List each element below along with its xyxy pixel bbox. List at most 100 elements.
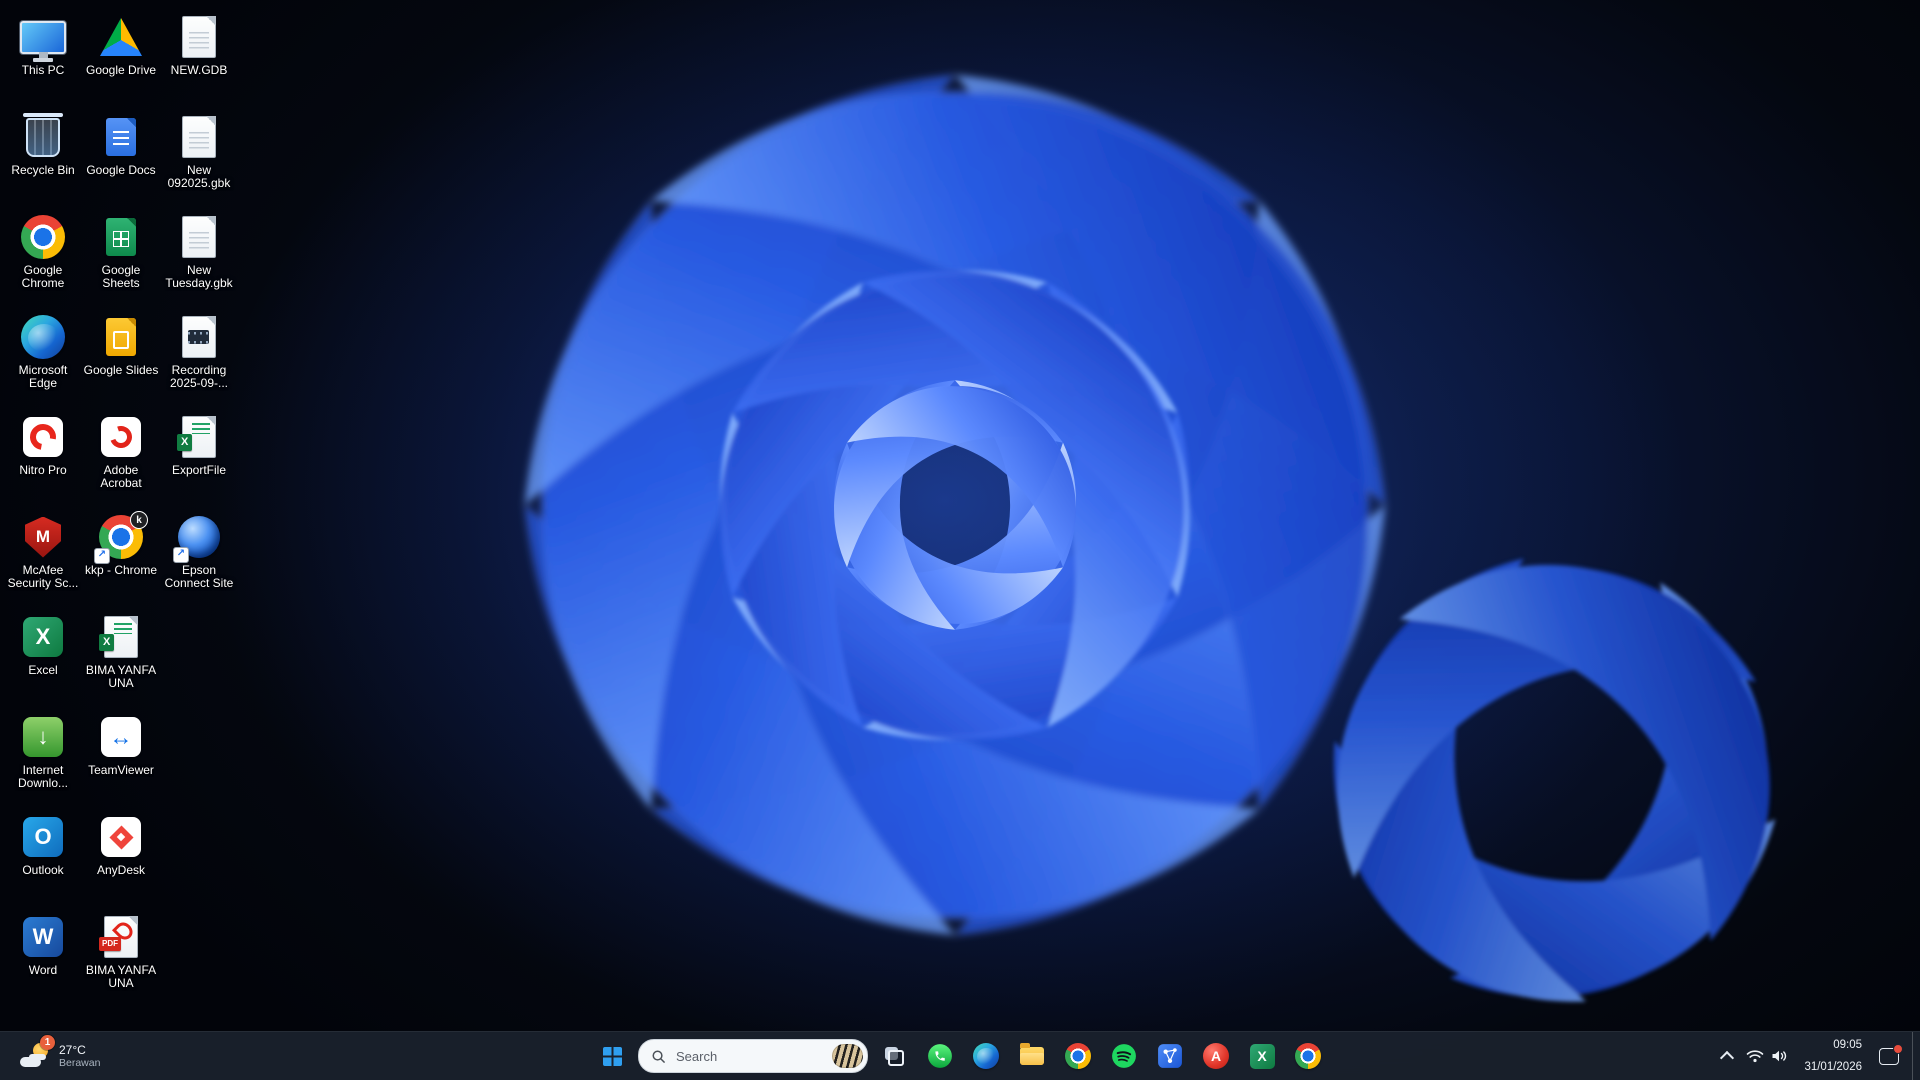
teamviewer-icon: ↔ xyxy=(101,717,141,757)
acrobat-icon xyxy=(101,417,141,457)
excel-file-icon: X xyxy=(182,416,216,458)
taskbar: 1 27°C Berawan xyxy=(0,1031,1920,1080)
desktop-icon-bima-yanfa-una-pdf[interactable]: PDF BIMA YANFA UNA xyxy=(82,908,160,1008)
word-icon: W xyxy=(23,917,63,957)
desktop-icon-grid: This PC Recycle Bin Google Chrome Micros… xyxy=(4,8,238,1008)
network-volume-button[interactable] xyxy=(1740,1036,1793,1076)
taskbar-excel-button[interactable]: X xyxy=(1242,1036,1282,1076)
desktop-icon-this-pc[interactable]: This PC xyxy=(4,8,82,108)
desktop-icon-new-tuesday-gbk[interactable]: New Tuesday.gbk xyxy=(160,208,238,308)
weather-condition: Berawan xyxy=(59,1057,100,1070)
wallpaper-bloom xyxy=(0,0,1920,1080)
taskbar-chrome-button[interactable] xyxy=(1058,1036,1098,1076)
tray-time: 09:05 xyxy=(1833,1038,1862,1053)
taskbar-center: A X xyxy=(592,1036,1328,1076)
whatsapp-icon xyxy=(927,1043,953,1069)
desktop-icon-word[interactable]: W Word xyxy=(4,908,82,1008)
google-drive-icon xyxy=(100,18,142,56)
spotify-icon xyxy=(1111,1043,1137,1069)
this-pc-icon xyxy=(20,21,66,54)
pdf-file-icon: PDF xyxy=(104,916,138,958)
start-button[interactable] xyxy=(592,1036,632,1076)
volume-icon xyxy=(1771,1049,1787,1063)
document-file-icon xyxy=(182,216,216,258)
google-slides-icon xyxy=(106,318,136,356)
shortcut-arrow-icon: ↗ xyxy=(173,547,189,563)
excel-file-icon: X xyxy=(104,616,138,658)
document-file-icon xyxy=(182,16,216,58)
recycle-bin-icon xyxy=(26,118,60,157)
weather-widget[interactable]: 1 27°C Berawan xyxy=(8,1032,112,1080)
google-sheets-icon xyxy=(106,218,136,256)
search-icon xyxy=(651,1049,666,1064)
outlook-icon: O xyxy=(23,817,63,857)
desktop-icon-google-docs[interactable]: Google Docs xyxy=(82,108,160,208)
task-view-button[interactable] xyxy=(874,1036,914,1076)
taskbar-file-explorer-button[interactable] xyxy=(1012,1036,1052,1076)
chrome-shortcut-icon: k ↗ xyxy=(99,515,143,559)
wifi-icon xyxy=(1746,1049,1764,1063)
taskbar-anydesk-button[interactable]: A xyxy=(1196,1036,1236,1076)
taskbar-search[interactable] xyxy=(638,1039,868,1073)
document-file-icon xyxy=(182,116,216,158)
video-file-icon xyxy=(182,316,216,358)
google-docs-icon xyxy=(106,118,136,156)
desktop-icon-excel[interactable]: X Excel xyxy=(4,608,82,708)
desktop-icon-google-sheets[interactable]: Google Sheets xyxy=(82,208,160,308)
desktop-icon-microsoft-edge[interactable]: Microsoft Edge xyxy=(4,308,82,408)
desktop-icon-adobe-acrobat[interactable]: Adobe Acrobat xyxy=(82,408,160,508)
edge-icon xyxy=(973,1043,999,1069)
task-view-icon xyxy=(884,1046,904,1066)
nitro-pro-icon xyxy=(23,417,63,457)
browser-icon xyxy=(1295,1043,1321,1069)
taskbar-browser-button[interactable] xyxy=(1288,1036,1328,1076)
system-tray: 09:05 31/01/2026 xyxy=(1716,1032,1918,1080)
desktop-icon-internet-download-manager[interactable]: ↓ Internet Downlo... xyxy=(4,708,82,808)
notification-icon xyxy=(1879,1048,1899,1065)
show-desktop-button[interactable] xyxy=(1912,1032,1918,1080)
desktop-icon-google-drive[interactable]: Google Drive xyxy=(82,8,160,108)
desktop-icon-exportfile[interactable]: X ExportFile xyxy=(160,408,238,508)
desktop-icon-google-slides[interactable]: Google Slides xyxy=(82,308,160,408)
desktop-icon-anydesk[interactable]: AnyDesk xyxy=(82,808,160,908)
desktop: This PC Recycle Bin Google Chrome Micros… xyxy=(0,0,1920,1080)
file-explorer-icon xyxy=(1020,1047,1044,1065)
desktop-icon-recycle-bin[interactable]: Recycle Bin xyxy=(4,108,82,208)
desktop-icon-kkp-chrome[interactable]: k ↗ kkp - Chrome xyxy=(82,508,160,608)
notification-center-button[interactable] xyxy=(1873,1036,1905,1076)
desktop-icon-teamviewer[interactable]: ↔ TeamViewer xyxy=(82,708,160,808)
weather-temperature: 27°C xyxy=(59,1043,100,1057)
search-input[interactable] xyxy=(674,1048,824,1065)
desktop-icon-outlook[interactable]: O Outlook xyxy=(4,808,82,908)
desktop-icon-google-chrome[interactable]: Google Chrome xyxy=(4,208,82,308)
mcafee-shield-icon: M xyxy=(25,517,61,558)
hidden-icons-button[interactable] xyxy=(1716,1036,1738,1076)
desktop-icon-mcafee[interactable]: M McAfee Security Sc... xyxy=(4,508,82,608)
chrome-icon xyxy=(1065,1043,1091,1069)
idm-icon: ↓ xyxy=(23,717,63,757)
taskbar-connect-app-button[interactable] xyxy=(1150,1036,1190,1076)
windows-logo-icon xyxy=(603,1047,622,1066)
chevron-up-icon xyxy=(1720,1051,1734,1065)
desktop-icon-new-gdb[interactable]: NEW.GDB xyxy=(160,8,238,108)
anydesk-taskbar-icon: A xyxy=(1203,1043,1229,1069)
tray-date: 31/01/2026 xyxy=(1804,1060,1862,1075)
globe-icon: ↗ xyxy=(178,516,220,558)
taskbar-spotify-button[interactable] xyxy=(1104,1036,1144,1076)
network-app-icon xyxy=(1157,1043,1183,1069)
desktop-icon-recording[interactable]: Recording 2025-09-... xyxy=(160,308,238,408)
desktop-icon-bima-yanfa-una-xlsx[interactable]: X BIMA YANFA UNA xyxy=(82,608,160,708)
clock-button[interactable]: 09:05 31/01/2026 xyxy=(1795,1036,1871,1076)
search-highlight-image[interactable] xyxy=(832,1044,863,1068)
desktop-icon-epson-connect-site[interactable]: ↗ Epson Connect Site xyxy=(160,508,238,608)
excel-icon: X xyxy=(1250,1044,1275,1069)
shortcut-arrow-icon: ↗ xyxy=(94,548,110,564)
chrome-profile-badge: k xyxy=(130,511,148,529)
desktop-icon-nitro-pro[interactable]: Nitro Pro xyxy=(4,408,82,508)
taskbar-edge-button[interactable] xyxy=(966,1036,1006,1076)
excel-icon: X xyxy=(23,617,63,657)
taskbar-whatsapp-button[interactable] xyxy=(920,1036,960,1076)
edge-icon xyxy=(21,315,65,359)
anydesk-icon xyxy=(101,817,141,857)
desktop-icon-new-092025-gbk[interactable]: New 092025.gbk xyxy=(160,108,238,208)
